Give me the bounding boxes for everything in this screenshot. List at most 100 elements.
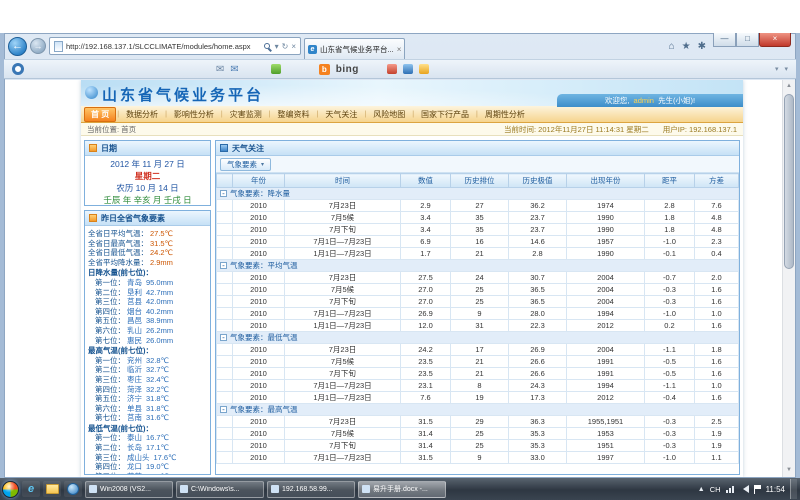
ime-indicator[interactable]: CH: [710, 485, 721, 494]
toolbar-overflow-icon-2[interactable]: ▾: [784, 65, 788, 73]
url-text[interactable]: http://192.168.137.1/SLCCLIMATE/modules/…: [66, 42, 261, 51]
tools-icon[interactable]: ✱: [698, 41, 706, 52]
table-row[interactable]: 20107月23日2.92736.219742.87.6: [217, 200, 739, 212]
taskbar-button-0[interactable]: Win2008 (VS2...: [85, 481, 173, 498]
column-header-5[interactable]: 出现年份: [567, 174, 645, 188]
table-row[interactable]: 20107月1日—7月23日6.91614.61957-1.02.3: [217, 236, 739, 248]
station-name[interactable]: 济宁: [127, 394, 142, 404]
nav-item-7[interactable]: 国家下行产品: [415, 108, 475, 121]
station-name[interactable]: 菏泽: [127, 385, 142, 395]
refresh-icon[interactable]: ↻: [282, 42, 289, 51]
taskbar-button-1[interactable]: C:\Windows\s...: [176, 481, 264, 498]
station-name[interactable]: 成山头: [127, 453, 150, 463]
nav-item-2[interactable]: 影响性分析: [168, 108, 220, 121]
maximize-button[interactable]: □: [736, 33, 759, 47]
collapse-icon[interactable]: -: [220, 406, 227, 413]
taskbar-button-3[interactable]: 易升手册.docx -...: [358, 481, 446, 498]
collapse-icon[interactable]: -: [220, 334, 227, 341]
scroll-down-icon[interactable]: ▼: [783, 464, 795, 477]
nav-item-1[interactable]: 数据分析: [120, 108, 164, 121]
table-row[interactable]: 20107月1日—7月23日26.9928.01994-1.01.0: [217, 308, 739, 320]
station-name[interactable]: 枣庄: [127, 375, 142, 385]
mail-icon[interactable]: ✉: [216, 64, 224, 75]
station-name[interactable]: 烟台: [127, 307, 142, 317]
element-filter-button[interactable]: 气象要素 ▾: [220, 158, 271, 171]
column-header-0[interactable]: 年份: [233, 174, 285, 188]
action-center-icon[interactable]: [754, 485, 761, 494]
table-row[interactable]: 20107月下旬23.52126.61991-0.51.6: [217, 368, 739, 380]
station-name[interactable]: 青岛: [127, 278, 142, 288]
station-name[interactable]: 临沂: [127, 365, 142, 375]
column-header-6[interactable]: 距平: [645, 174, 695, 188]
minimize-button[interactable]: —: [713, 33, 736, 47]
clock[interactable]: 11:54: [766, 485, 785, 494]
browser-tab[interactable]: e 山东省气候业务平台... ×: [304, 38, 405, 59]
station-name[interactable]: 莒南: [127, 413, 142, 423]
table-row[interactable]: 20107月23日24.21726.92004-1.11.8: [217, 344, 739, 356]
home-icon[interactable]: ⌂: [669, 41, 675, 52]
show-desktop-button[interactable]: [790, 479, 797, 499]
table-row[interactable]: 20101月1日—7月23日12.03122.320120.21.6: [217, 320, 739, 332]
search-icon[interactable]: [264, 43, 270, 49]
explorer-taskbar-icon[interactable]: [43, 481, 61, 497]
table-row[interactable]: 20107月5候23.52126.61991-0.51.6: [217, 356, 739, 368]
toolbar-overflow-icon[interactable]: ▾: [775, 65, 779, 73]
station-name[interactable]: 蓬莱: [127, 472, 142, 475]
station-name[interactable]: 单县: [127, 404, 142, 414]
station-name[interactable]: 龙口: [127, 462, 142, 472]
station-name[interactable]: 乳山: [127, 326, 142, 336]
scroll-up-icon[interactable]: ▲: [783, 80, 795, 93]
forward-button[interactable]: →: [30, 38, 46, 54]
station-name[interactable]: 泰山: [127, 433, 142, 443]
column-header-7[interactable]: 方差: [695, 174, 739, 188]
station-name[interactable]: 莒县: [127, 297, 142, 307]
plugin-icon-green[interactable]: [271, 64, 281, 74]
table-row[interactable]: 20101月1日—7月23日1.7212.81990-0.10.4: [217, 248, 739, 260]
table-row[interactable]: 20107月1日—7月23日23.1824.31994-1.11.0: [217, 380, 739, 392]
station-name[interactable]: 兖州: [127, 356, 142, 366]
group-row[interactable]: -气象要素：最低气温: [217, 332, 739, 344]
plugin-icon-blue[interactable]: [403, 64, 413, 74]
table-row[interactable]: 20107月5候27.02536.52004-0.31.6: [217, 284, 739, 296]
table-row[interactable]: 20101月1日—7月23日7.61917.32012-0.41.6: [217, 392, 739, 404]
column-header-3[interactable]: 历史排位: [451, 174, 509, 188]
nav-item-3[interactable]: 灾害监测: [224, 108, 268, 121]
tray-expand-icon[interactable]: ▲: [698, 486, 705, 493]
station-name[interactable]: 长岛: [127, 443, 142, 453]
bing-label[interactable]: bing: [336, 64, 359, 75]
table-row[interactable]: 20107月下旬27.02536.52004-0.31.6: [217, 296, 739, 308]
start-button[interactable]: [2, 481, 19, 498]
collapse-icon[interactable]: -: [220, 190, 227, 197]
group-row[interactable]: -气象要素：降水量: [217, 188, 739, 200]
bing-icon[interactable]: b: [319, 64, 330, 75]
station-name[interactable]: 惠民: [127, 336, 142, 346]
vertical-scrollbar[interactable]: ▲ ▼: [782, 80, 795, 477]
plugin-icon-yellow[interactable]: [419, 64, 429, 74]
nav-item-8[interactable]: 周期性分析: [479, 108, 531, 121]
taskbar-button-2[interactable]: 192.168.58.99...: [267, 481, 355, 498]
address-dropdown-icon[interactable]: ▾: [275, 42, 279, 51]
back-button[interactable]: ←: [8, 37, 27, 56]
scrollbar-thumb[interactable]: [784, 94, 794, 269]
table-row[interactable]: 20107月下旬31.42535.31951-0.31.9: [217, 440, 739, 452]
nav-item-6[interactable]: 风险地图: [367, 108, 411, 121]
stop-icon[interactable]: ×: [291, 42, 296, 51]
table-row[interactable]: 20107月1日—7月23日31.5933.01997-1.01.1: [217, 452, 739, 464]
table-row[interactable]: 20107月23日27.52430.72004-0.72.0: [217, 272, 739, 284]
toolbar-logo-icon[interactable]: [12, 63, 24, 75]
group-row[interactable]: -气象要素：平均气温: [217, 260, 739, 272]
plugin-icon-red[interactable]: [387, 64, 397, 74]
address-bar[interactable]: http://192.168.137.1/SLCCLIMATE/modules/…: [49, 37, 301, 55]
nav-item-0[interactable]: 首 页: [84, 107, 116, 122]
tab-close-icon[interactable]: ×: [397, 45, 402, 54]
close-button[interactable]: ×: [759, 33, 791, 47]
column-header-1[interactable]: 时间: [285, 174, 401, 188]
collapse-icon[interactable]: -: [220, 262, 227, 269]
table-row[interactable]: 20107月5候3.43523.719901.84.8: [217, 212, 739, 224]
column-header-2[interactable]: 数值: [401, 174, 451, 188]
nav-item-5[interactable]: 天气关注: [319, 108, 363, 121]
table-row[interactable]: 20107月23日31.52936.31955,1951-0.32.5: [217, 416, 739, 428]
table-row[interactable]: 20107月5候31.42535.31953-0.31.9: [217, 428, 739, 440]
column-header-4[interactable]: 历史极值: [509, 174, 567, 188]
volume-icon[interactable]: [739, 485, 749, 493]
